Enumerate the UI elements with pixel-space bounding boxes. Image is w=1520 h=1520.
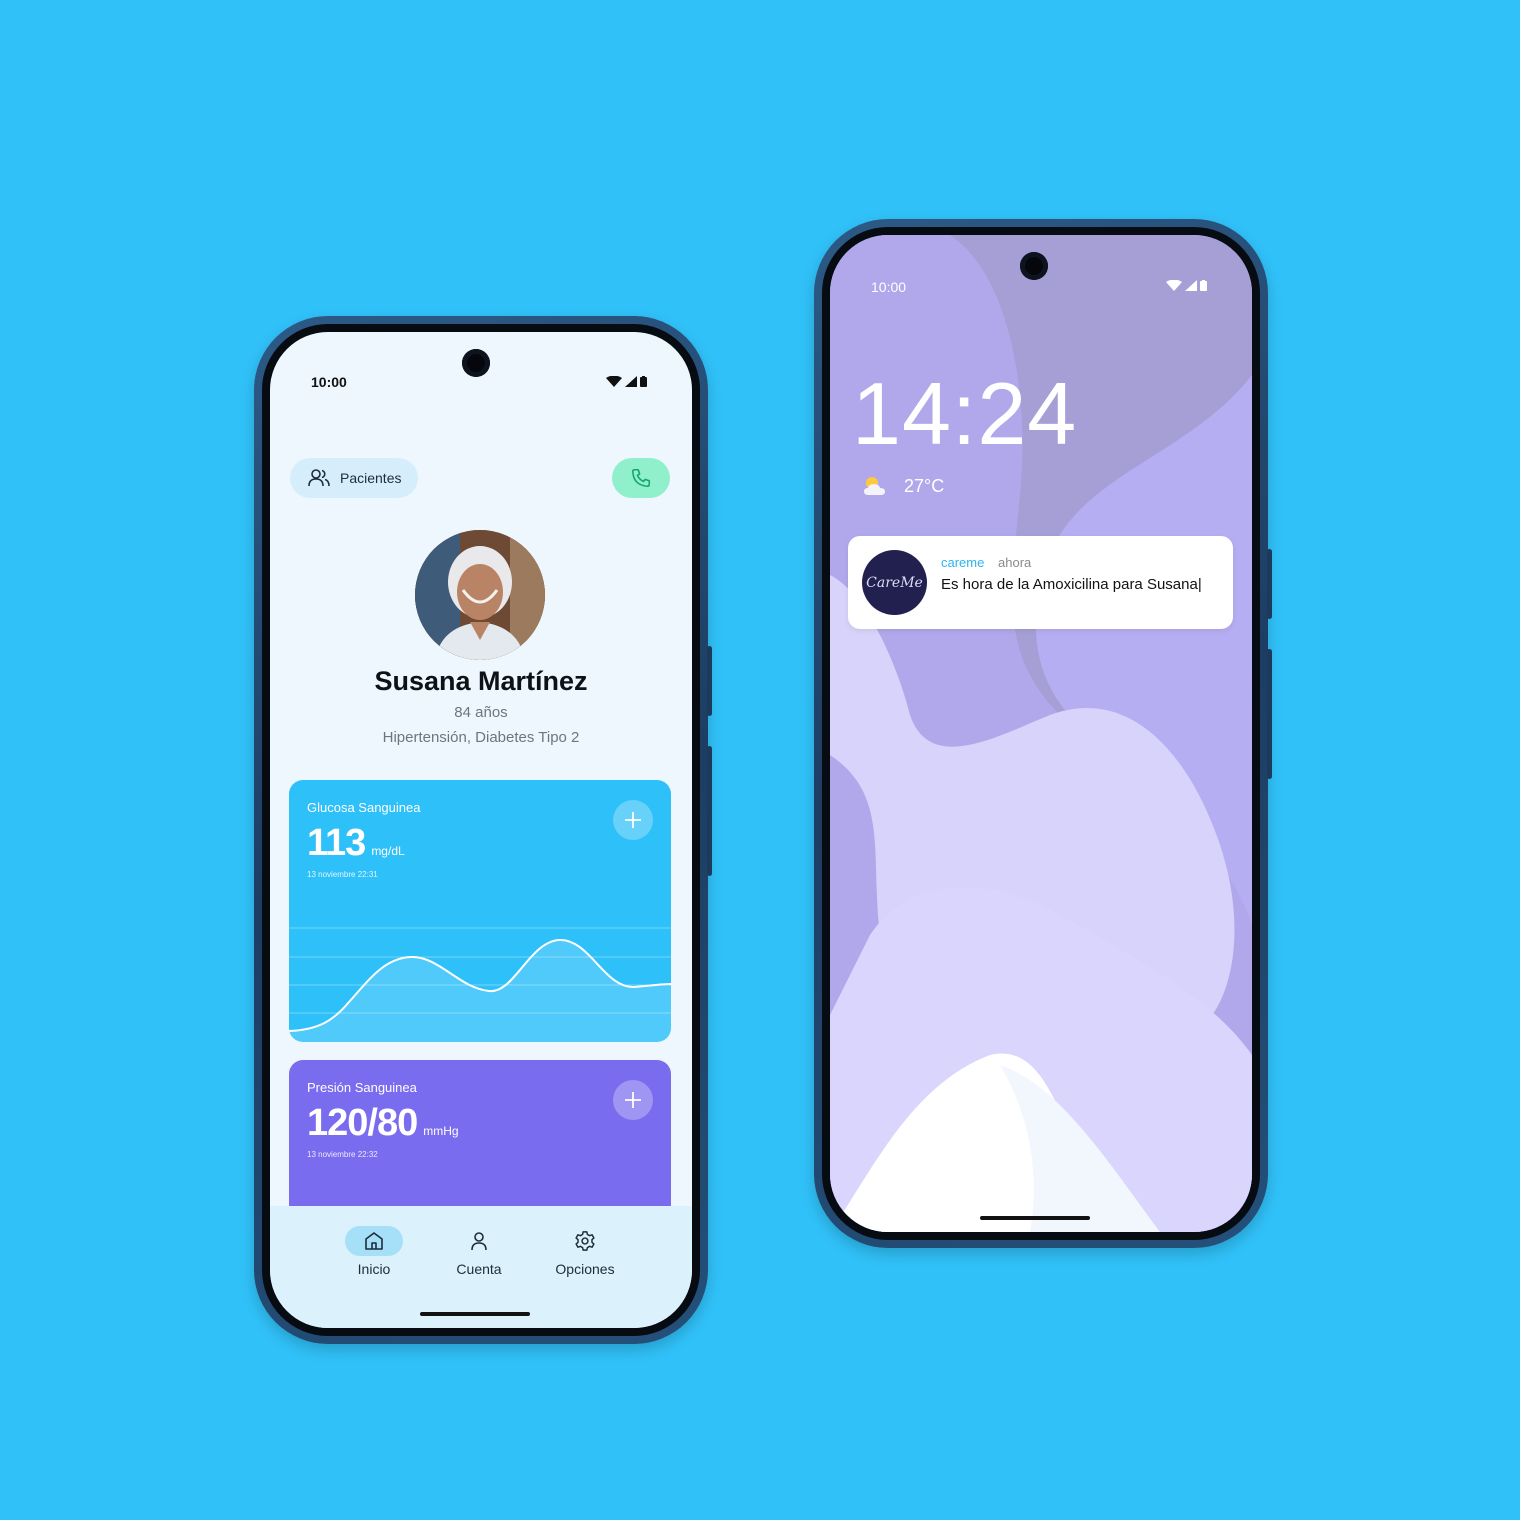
chart-area: [289, 939, 671, 1042]
partly-cloudy-icon: [864, 477, 885, 495]
patient-conditions: Hipertensión, Diabetes Tipo 2: [382, 729, 580, 746]
call-button[interactable]: [612, 458, 670, 498]
patients-button[interactable]: Pacientes: [290, 458, 418, 498]
add-pressure-button[interactable]: [613, 1080, 653, 1120]
pressure-card[interactable]: Presión Sanguinea 120/80 mmHg 13 noviemb…: [289, 1060, 671, 1230]
volume-button: [707, 646, 712, 716]
users-icon: [308, 469, 330, 487]
pressure-date: 13 noviembre 22:32: [307, 1150, 378, 1159]
wifi-icon: [1166, 280, 1182, 291]
battery-icon: [640, 376, 647, 387]
notification-time: ahora: [998, 555, 1032, 570]
glucose-trend-chart: [289, 927, 671, 1042]
notification-card[interactable]: CareMe careme ahora Es hora de la Amoxic…: [848, 536, 1233, 629]
careme-logo: CareMe: [862, 550, 927, 615]
status-icons: [606, 376, 647, 387]
battery-icon: [1200, 280, 1207, 291]
app-screen: 10:00 Pacientes Susana Martínez 84 años …: [270, 332, 692, 1328]
phone-lock-screen: 10:00 14:24 27°C CareMe careme ahora Es …: [814, 219, 1272, 1248]
power-button: [707, 746, 712, 876]
wifi-icon: [606, 376, 622, 387]
lock-screen: 10:00 14:24 27°C CareMe careme ahora Es …: [830, 235, 1252, 1232]
status-time: 10:00: [871, 279, 907, 295]
home-icon: [365, 1232, 383, 1250]
pressure-value-row: 120/80 mmHg: [307, 1102, 459, 1145]
patient-age: 84 años: [454, 704, 508, 721]
phone-app-home: 10:00 Pacientes Susana Martínez 84 años …: [254, 316, 712, 1344]
gear-icon: [575, 1231, 595, 1251]
gesture-bar[interactable]: [420, 1312, 530, 1316]
status-icons: [1166, 280, 1207, 291]
weather-widget: 27°C: [862, 475, 944, 497]
front-camera: [462, 349, 490, 377]
patient-name: Susana Martínez: [374, 666, 588, 696]
power-button: [1267, 649, 1272, 779]
signal-icon: [1185, 280, 1197, 291]
gesture-bar[interactable]: [980, 1216, 1090, 1220]
user-icon: [471, 1232, 487, 1251]
notification-app-name: careme: [941, 555, 985, 570]
plus-icon: [625, 1092, 641, 1108]
nav-item-cuenta[interactable]: Cuenta: [429, 1226, 529, 1277]
front-camera: [1020, 252, 1048, 280]
nav-item-opciones[interactable]: Opciones: [535, 1226, 635, 1277]
bottom-nav: Inicio Cuenta Opciones: [270, 1206, 692, 1328]
pressure-value: 120/80: [307, 1102, 418, 1144]
notification-message: Es hora de la Amoxicilina para Susana|: [941, 576, 1202, 593]
signal-icon: [625, 376, 637, 387]
phone-icon: [631, 468, 651, 488]
pressure-title: Presión Sanguinea: [307, 1080, 417, 1095]
nav-item-inicio[interactable]: Inicio: [324, 1226, 424, 1277]
status-time: 10:00: [311, 374, 347, 390]
lock-clock: 14:24: [852, 364, 1078, 463]
patient-avatar: [415, 530, 545, 660]
patients-label: Pacientes: [340, 470, 402, 486]
glucose-card[interactable]: Glucosa Sanguinea 113 mg/dL 13 noviembre…: [289, 780, 671, 1042]
nav-label: Opciones: [555, 1261, 615, 1277]
volume-button: [1267, 549, 1272, 619]
nav-label: Inicio: [357, 1261, 391, 1277]
nav-label: Cuenta: [456, 1261, 502, 1277]
temperature: 27°C: [904, 475, 945, 496]
pressure-unit: mmHg: [423, 1124, 459, 1138]
